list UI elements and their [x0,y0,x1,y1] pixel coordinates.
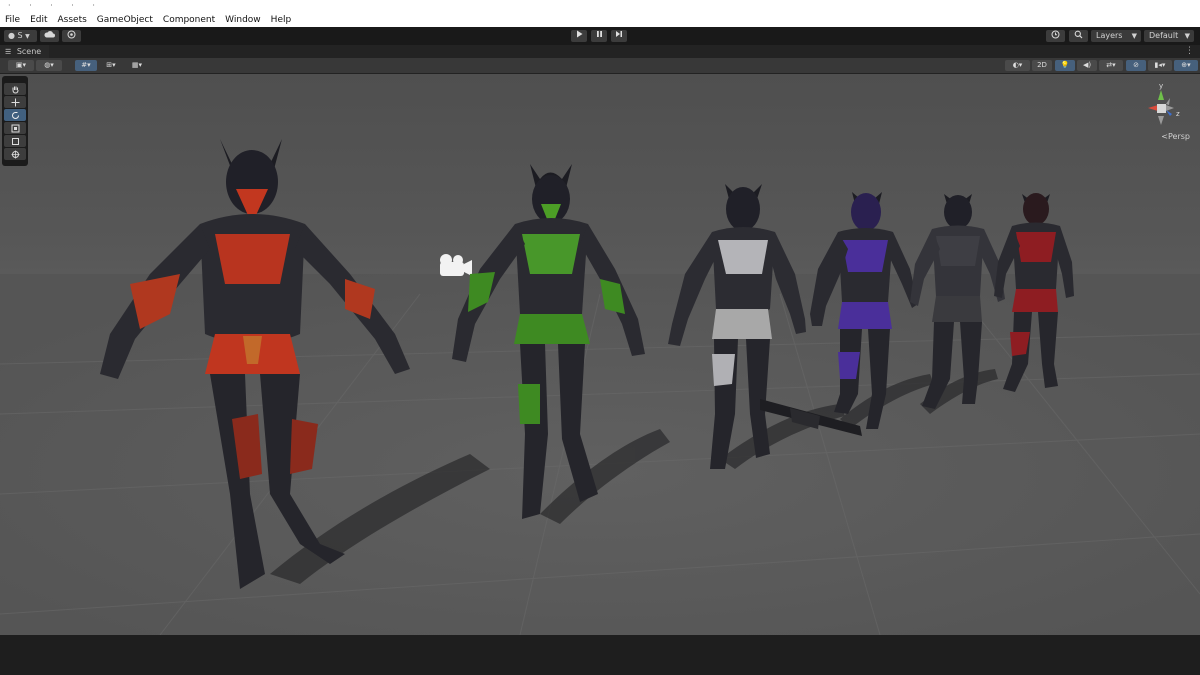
scene-viewport[interactable]: y z <Persp [0,74,1200,635]
chevron-down-icon: ▾ [22,61,27,69]
transform-tools-palette [2,76,28,166]
lightbulb-icon: 💡 [1060,61,1070,69]
menu-gameobject[interactable]: GameObject [92,14,158,26]
menu-bar: · · · · · File Edit Assets GameObject Co… [0,0,1200,27]
effects-dropdown[interactable]: ⇄▾ [1099,60,1123,71]
pause-icon [596,31,602,37]
chevron-down-icon: ▾ [1161,61,1166,69]
cloud-icon [44,31,55,38]
step-button[interactable] [611,30,627,42]
hamburger-icon: ☰ [5,48,12,56]
menu-window[interactable]: Window [220,14,266,26]
layers-dropdown[interactable]: Layers ▼ [1091,30,1141,42]
menu-component[interactable]: Component [158,14,220,26]
chevron-left-icon: < [1161,132,1168,141]
chevron-down-icon: ▾ [87,61,91,69]
menu-help[interactable]: Help [266,14,297,26]
axis-gizmo-icon: y z [1148,82,1180,125]
camera-settings-dropdown[interactable]: ▮◂▾ [1148,60,1172,71]
chevron-down-icon: ▾ [138,61,143,69]
tab-scene-label: Scene [16,47,42,56]
draw-mode-dropdown[interactable]: ▣▾ [8,60,34,71]
scale-icon [11,124,19,132]
render-mode-dropdown[interactable]: ◍▾ [36,60,62,71]
bottom-panel [0,635,1200,675]
step-icon [616,31,622,37]
grid-snap-button[interactable]: #▾ [75,60,97,71]
collab-icon [67,30,76,39]
move-icon [11,98,19,106]
chevron-down-icon: ▾ [112,61,116,69]
chevron-down-icon: ▼ [1184,32,1190,40]
layers-label: Layers [1096,31,1123,40]
rotate-icon [11,111,19,119]
play-button[interactable] [571,30,587,42]
pause-button[interactable] [591,30,607,42]
camera-gizmo[interactable] [440,254,472,276]
orientation-dropdown[interactable]: ◐▾ [1005,60,1030,71]
history-icon [1051,30,1060,39]
chevron-down-icon: ▼ [1131,32,1137,40]
layout-label: Default [1149,31,1179,40]
persp-label: Persp [1168,132,1190,141]
gizmos-dropdown[interactable]: ⊕▾ [1174,60,1198,71]
more-options-icon[interactable]: ⋮ [1185,45,1194,58]
layout-dropdown[interactable]: Default ▼ [1144,30,1194,42]
collab-button[interactable] [62,30,81,42]
rect-tool-button[interactable] [4,135,26,147]
tab-bar: ☰ Scene ⋮ [0,45,1200,58]
hand-icon [12,86,18,94]
scene-render [0,139,1200,635]
account-icon: ● [8,31,15,40]
menu-edit[interactable]: Edit [25,14,52,26]
eye-slash-icon: ⊘ [1133,61,1139,69]
menu-file[interactable]: File [0,14,25,26]
chevron-down-icon: ▾ [1018,61,1023,69]
history-button[interactable] [1046,30,1065,42]
menu-assets[interactable]: Assets [53,14,92,26]
scene-toolbar: ▣▾ ◍▾ #▾ ⊞▾ ▦▾ ◐▾ 2D 💡 ◀) ⇄▾ ⊘ ▮◂▾ ⊕▾ [0,58,1200,74]
transform-icon [11,150,19,158]
title-bar-strip: · · · · · [8,1,103,10]
account-label: S [17,31,23,40]
chevron-down-icon: ▾ [1112,61,1116,69]
hidden-objects-toggle[interactable]: ⊘ [1126,60,1146,71]
lighting-toggle[interactable]: 💡 [1055,60,1075,71]
speaker-icon: ◀) [1082,61,1092,69]
unity-editor-window: · · · · · File Edit Assets GameObject Co… [0,0,1200,675]
hand-tool-button[interactable] [4,83,26,95]
scale-tool-button[interactable] [4,122,26,134]
move-tool-button[interactable] [4,96,26,108]
shaded-icon: ▣ [15,61,23,69]
chevron-down-icon: ▾ [50,61,54,69]
chevron-down-icon: ▼ [25,33,30,40]
axis-z-label: z [1176,110,1180,118]
account-button[interactable]: ● S ▼ [4,30,37,42]
audio-toggle[interactable]: ◀) [1077,60,1097,71]
grid-plane-icon: ▦ [131,61,139,69]
rotate-tool-button[interactable] [4,109,26,121]
projection-label[interactable]: <Persp [1161,132,1190,141]
camera-icon: ▮◂ [1154,61,1162,69]
search-icon [1074,30,1083,39]
tab-scene[interactable]: ☰ Scene [0,45,50,58]
play-icon [576,30,582,38]
rect-transform-icon [11,137,19,145]
axis-y-label: y [1159,82,1163,90]
main-toolbar: ● S ▼ Layers ▼ Default ▼ [0,27,1200,45]
chevron-down-icon: ▾ [1187,61,1191,69]
grid-visibility-button[interactable]: ▦▾ [125,60,149,71]
search-button[interactable] [1069,30,1088,42]
cloud-button[interactable] [40,30,59,42]
snap-increment-button[interactable]: ⊞▾ [100,60,122,71]
transform-tool-button[interactable] [4,148,26,160]
toggle-2d-button[interactable]: 2D [1032,60,1052,71]
